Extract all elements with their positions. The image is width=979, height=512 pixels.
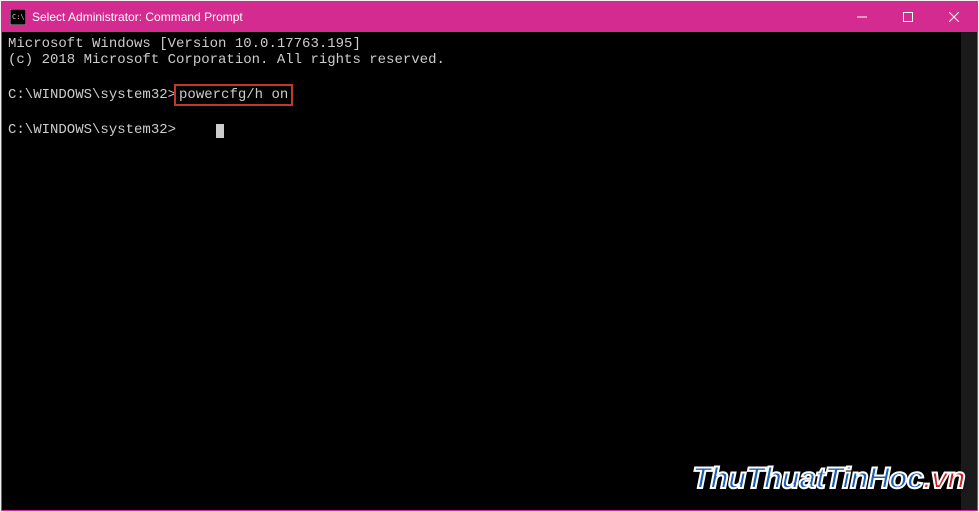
cmd-icon: C:\ [10,9,26,25]
highlighted-command: powercfg/h on [174,84,293,106]
minimize-button[interactable] [839,2,885,32]
window-controls [839,2,977,32]
terminal-line [8,106,971,122]
maximize-button[interactable] [885,2,931,32]
cursor-icon [216,124,224,138]
terminal-body[interactable]: Microsoft Windows [Version 10.0.17763.19… [2,32,977,510]
terminal-line: (c) 2018 Microsoft Corporation. All righ… [8,52,971,68]
terminal-prompt-line: C:\WINDOWS\system32>powercfg/h on [8,84,971,106]
titlebar[interactable]: C:\ Select Administrator: Command Prompt [2,2,977,32]
terminal-line: Microsoft Windows [Version 10.0.17763.19… [8,36,971,52]
window-title: Select Administrator: Command Prompt [32,10,243,24]
terminal-prompt-line: C:\WINDOWS\system32> [8,122,971,138]
prompt-prefix: C:\WINDOWS\system32> [8,122,176,138]
close-button[interactable] [931,2,977,32]
command-prompt-window: C:\ Select Administrator: Command Prompt… [1,1,978,511]
scrollbar[interactable] [961,32,977,510]
svg-text:C:\: C:\ [12,13,25,21]
terminal-line [8,68,971,84]
prompt-prefix: C:\WINDOWS\system32> [8,87,176,103]
